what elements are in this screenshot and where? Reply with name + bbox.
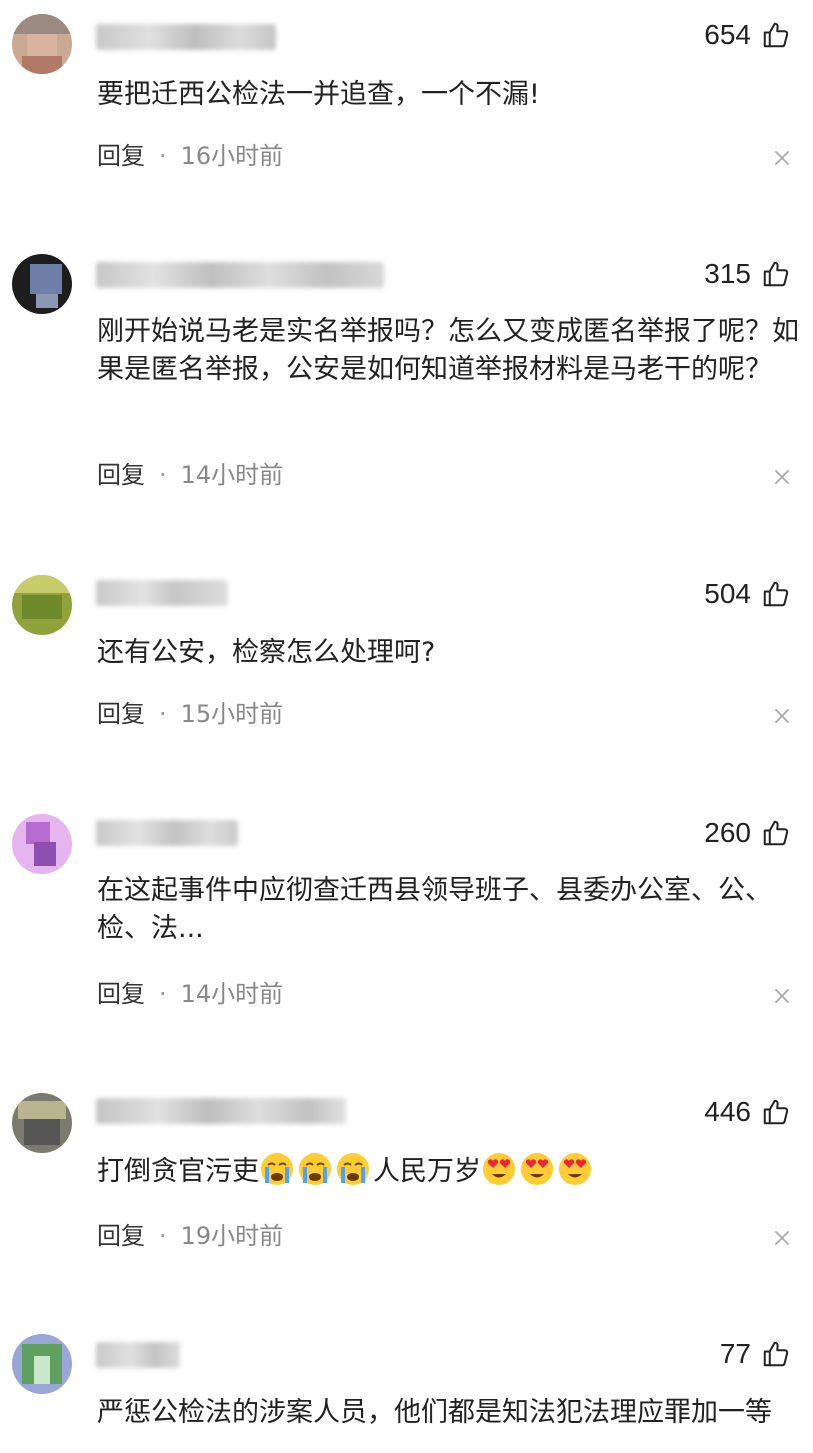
avatar[interactable] xyxy=(12,814,72,874)
timestamp: 14小时前 xyxy=(180,461,284,489)
crying-face-icon xyxy=(299,1153,331,1185)
crying-face-icon xyxy=(337,1153,369,1185)
avatar[interactable] xyxy=(12,575,72,635)
separator-dot: · xyxy=(159,142,167,170)
like-counter: 77 xyxy=(720,1337,791,1371)
thumbs-up-icon[interactable] xyxy=(761,259,791,289)
timestamp: 15小时前 xyxy=(180,700,284,728)
comment-text: 要把迁西公检法一并追查，一个不漏! xyxy=(97,79,540,110)
like-count: 504 xyxy=(704,578,751,609)
close-icon[interactable] xyxy=(771,1227,793,1249)
comment-meta: 回复 · 16小时前 xyxy=(97,141,283,171)
comment-text: 在这起事件中应彻查迁西县领导班子、县委办公室、公、检、法... xyxy=(97,875,772,944)
comment-text-part: 打倒贪官污吏 xyxy=(97,1156,259,1187)
comment-meta: 回复 · 15小时前 xyxy=(97,699,283,729)
like-counter: 446 xyxy=(704,1095,791,1129)
timestamp: 14小时前 xyxy=(180,980,284,1008)
like-counter: 315 xyxy=(704,257,791,291)
comment-text: 打倒贪官污吏 人民万岁 xyxy=(97,1151,802,1191)
like-counter: 654 xyxy=(704,18,791,52)
separator-dot: · xyxy=(159,700,167,728)
reply-button[interactable]: 回复 xyxy=(97,699,145,729)
like-count: 446 xyxy=(704,1096,751,1127)
crying-face-icon xyxy=(261,1153,293,1185)
thumbs-up-icon[interactable] xyxy=(761,1097,791,1127)
timestamp: 16小时前 xyxy=(180,142,284,170)
username-blurred[interactable] xyxy=(96,1342,180,1368)
close-icon[interactable] xyxy=(771,466,793,488)
avatar[interactable] xyxy=(12,1093,72,1153)
comment-text-part: 人民万岁 xyxy=(373,1156,481,1187)
reply-button[interactable]: 回复 xyxy=(97,460,145,490)
comment-text: 还有公安，检察怎么处理呵? xyxy=(97,637,436,668)
comment-meta: 回复 · 14小时前 xyxy=(97,979,283,1009)
avatar[interactable] xyxy=(12,254,72,314)
username-blurred[interactable] xyxy=(96,262,384,288)
username-blurred[interactable] xyxy=(96,820,238,846)
avatar[interactable] xyxy=(12,1334,72,1394)
reply-button[interactable]: 回复 xyxy=(97,141,145,171)
thumbs-up-icon[interactable] xyxy=(761,1339,791,1369)
reply-button[interactable]: 回复 xyxy=(97,1221,145,1251)
comment-text: 刚开始说马老是实名举报吗？怎么又变成匿名举报了呢？如果是匿名举报，公安是如何知道… xyxy=(97,316,799,385)
like-counter: 504 xyxy=(704,577,791,611)
heart-eyes-face-icon xyxy=(559,1153,591,1185)
comment-meta: 回复 · 19小时前 xyxy=(97,1221,283,1251)
like-count: 315 xyxy=(704,258,751,289)
timestamp: 19小时前 xyxy=(180,1222,284,1250)
thumbs-up-icon[interactable] xyxy=(761,818,791,848)
like-counter: 260 xyxy=(704,816,791,850)
close-icon[interactable] xyxy=(771,147,793,169)
close-icon[interactable] xyxy=(771,985,793,1007)
like-count: 260 xyxy=(704,817,751,848)
comment-meta: 回复 · 14小时前 xyxy=(97,460,283,490)
username-blurred[interactable] xyxy=(96,1098,346,1124)
avatar[interactable] xyxy=(12,14,72,74)
separator-dot: · xyxy=(159,1222,167,1250)
separator-dot: · xyxy=(159,461,167,489)
heart-eyes-face-icon xyxy=(521,1153,553,1185)
thumbs-up-icon[interactable] xyxy=(761,20,791,50)
thumbs-up-icon[interactable] xyxy=(761,579,791,609)
heart-eyes-face-icon xyxy=(483,1153,515,1185)
reply-button[interactable]: 回复 xyxy=(97,979,145,1009)
username-blurred[interactable] xyxy=(96,580,228,606)
comment-text: 严惩公检法的涉案人员，他们都是知法犯法理应罪加一等 xyxy=(97,1397,772,1428)
separator-dot: · xyxy=(159,980,167,1008)
like-count: 654 xyxy=(704,19,751,50)
like-count: 77 xyxy=(719,1338,751,1369)
username-blurred[interactable] xyxy=(96,24,276,50)
close-icon[interactable] xyxy=(771,705,793,727)
